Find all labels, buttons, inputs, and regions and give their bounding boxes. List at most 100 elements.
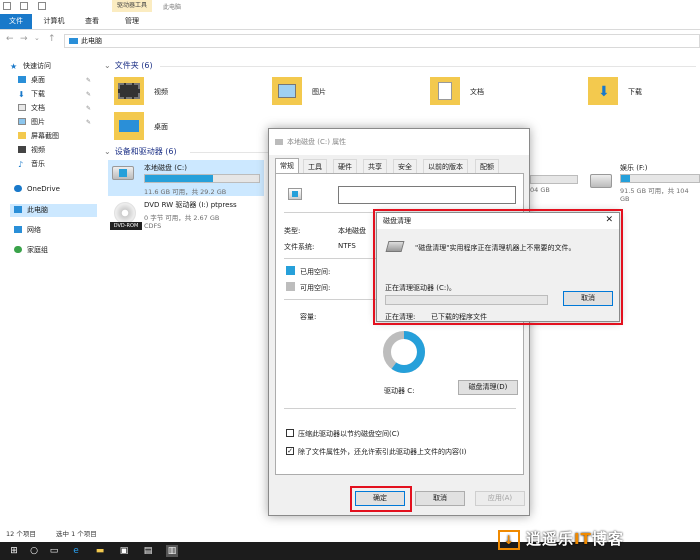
sidebar-homegroup[interactable]: 家庭组 <box>14 244 48 257</box>
used-color-swatch <box>286 266 295 275</box>
store-icon[interactable]: ▣ <box>118 545 130 557</box>
new-folder-quick-icon[interactable] <box>38 2 46 10</box>
disk-icon[interactable]: ▤ <box>142 545 154 557</box>
group-divider <box>160 66 696 67</box>
computer-icon <box>14 206 22 213</box>
document-icon <box>18 104 26 111</box>
drive-c[interactable]: 本地磁盘 (C:) 11.6 GB 可用，共 29.2 GB <box>108 160 264 196</box>
sidebar-item-screenshots[interactable]: 屏幕截图 <box>18 130 59 143</box>
sidebar-quick-access[interactable]: ★ 快速访问 <box>10 60 51 73</box>
download-icon: ⬇ <box>18 90 25 99</box>
tab-manage[interactable]: 管理 <box>114 14 150 29</box>
drive-dvd[interactable]: DVD-ROM DVD RW 驱动器 (I:) ptpress 0 字节 可用，… <box>108 200 264 236</box>
selection-count: 选中 1 个项目 <box>56 530 97 538</box>
folder-downloads[interactable]: ⬇ 下载 <box>588 77 700 111</box>
forward-icon[interactable]: → <box>20 34 28 44</box>
drive-name-field[interactable] <box>338 186 516 204</box>
folder-documents[interactable]: 文档 <box>430 77 570 111</box>
folders-group-header[interactable]: ⌄ 文件夹 (6) <box>104 60 153 71</box>
folder-icon <box>18 132 26 139</box>
cleanup-taskbar-icon[interactable]: ▥ <box>166 545 178 557</box>
tab-tools[interactable]: 工具 <box>303 159 327 173</box>
cancel-button[interactable]: 取消 <box>415 491 465 506</box>
search-icon[interactable]: ○ <box>28 545 40 557</box>
index-checkbox[interactable]: ✓ <box>286 447 294 455</box>
highlight-box <box>373 209 623 325</box>
sidebar-item-documents[interactable]: 文档 ✎ <box>18 102 97 115</box>
sidebar-onedrive[interactable]: OneDrive <box>14 183 60 196</box>
sidebar-this-pc[interactable]: 此电脑 <box>10 204 97 217</box>
document-folder-icon <box>430 77 460 105</box>
quick-access-icon[interactable] <box>3 2 11 10</box>
drives-group-header[interactable]: ⌄ 设备和驱动器 (6) <box>104 146 177 157</box>
type-label: 类型: <box>284 227 301 235</box>
picture-folder-icon <box>272 77 302 105</box>
folder-pictures[interactable]: 图片 <box>272 77 412 111</box>
tab-previous-versions[interactable]: 以前的版本 <box>423 159 468 173</box>
desktop-icon <box>18 76 26 83</box>
window-title: 此电脑 <box>163 4 182 11</box>
filesystem-value: NTFS <box>338 242 356 250</box>
drive-icon <box>288 188 302 200</box>
sidebar-item-videos[interactable]: 视频 <box>18 144 45 157</box>
blog-logo-icon: ↓ <box>498 529 520 550</box>
navigation-pane: ★ 快速访问 桌面 ✎ ⬇ 下载 ✎ 文档 ✎ 图片 ✎ 屏幕截图 视频 ♪ 音乐 OneDr… <box>0 56 97 526</box>
edge-icon[interactable]: e <box>70 545 82 557</box>
task-view-icon[interactable]: ▭ <box>48 545 60 557</box>
address-bar[interactable]: 此电脑 <box>64 34 700 48</box>
chevron-down-icon: ⌄ <box>104 147 111 156</box>
computer-icon <box>69 38 78 44</box>
pin-icon: ✎ <box>85 119 91 126</box>
dvd-rom-badge: DVD-ROM <box>110 222 142 230</box>
tab-hardware[interactable]: 硬件 <box>333 159 357 173</box>
sidebar-item-music[interactable]: ♪ 音乐 <box>18 158 45 171</box>
file-explorer-icon[interactable]: ▬ <box>94 545 106 557</box>
tab-general[interactable]: 常规 <box>275 158 299 173</box>
sidebar-network[interactable]: 网络 <box>14 224 41 237</box>
drive-c-usage-fill <box>145 175 214 182</box>
sidebar-item-download[interactable]: ⬇ 下载 ✎ <box>18 88 97 101</box>
capacity-label: 容量: <box>300 313 317 321</box>
disk-cleanup-button[interactable]: 磁盘清理(D) <box>458 380 518 395</box>
tab-security[interactable]: 安全 <box>393 159 417 173</box>
free-color-swatch <box>286 282 295 291</box>
group-divider <box>190 152 268 153</box>
picture-icon <box>18 118 26 125</box>
highlight-box <box>350 486 412 512</box>
sidebar-item-pictures[interactable]: 图片 ✎ <box>18 116 97 129</box>
drive-f-usage-fill <box>621 175 631 182</box>
chevron-down-icon[interactable]: ⌄ <box>34 34 40 42</box>
ribbon: 驱动器工具 此电脑 文件 计算机 查看 管理 <box>0 0 700 30</box>
network-icon <box>14 226 22 233</box>
tab-file[interactable]: 文件 <box>0 14 32 29</box>
drive-icon <box>590 174 612 188</box>
folder-videos[interactable]: 视频 <box>114 77 254 111</box>
drive-small-icon <box>275 139 283 145</box>
drive-partial-bar <box>530 175 578 184</box>
nav-row: ← → ⌄ ↑ 此电脑 <box>0 31 700 51</box>
pin-icon: ✎ <box>85 77 91 84</box>
desktop-folder-icon <box>114 112 144 140</box>
windows-start-icon[interactable]: ⊞ <box>8 545 20 557</box>
used-space-label: 已用空间: <box>300 268 331 276</box>
folder-desktop[interactable]: 桌面 <box>114 112 254 146</box>
tab-quota[interactable]: 配额 <box>475 159 499 173</box>
properties-quick-icon[interactable] <box>20 2 28 10</box>
apply-button[interactable]: 应用(A) <box>475 491 525 506</box>
back-icon[interactable]: ← <box>6 34 14 44</box>
sidebar-item-desktop[interactable]: 桌面 ✎ <box>18 74 97 87</box>
tab-computer[interactable]: 计算机 <box>36 14 72 29</box>
drive-f[interactable]: 娱乐 (F:) 91.5 GB 可用，共 104 GB <box>586 160 700 203</box>
tab-view[interactable]: 查看 <box>76 14 108 29</box>
usage-donut <box>383 331 425 373</box>
windows-drive-icon <box>112 166 134 180</box>
up-icon[interactable]: ↑ <box>48 34 56 44</box>
music-icon: ♪ <box>18 160 24 169</box>
compress-label: 压缩此驱动器以节约磁盘空间(C) <box>298 430 400 438</box>
drive-f-usage-bar <box>620 174 700 183</box>
compress-checkbox[interactable] <box>286 429 294 437</box>
video-folder-icon <box>114 77 144 105</box>
tab-sharing[interactable]: 共享 <box>363 159 387 173</box>
dvd-disc-icon <box>114 202 136 224</box>
pin-icon: ✎ <box>85 91 91 98</box>
